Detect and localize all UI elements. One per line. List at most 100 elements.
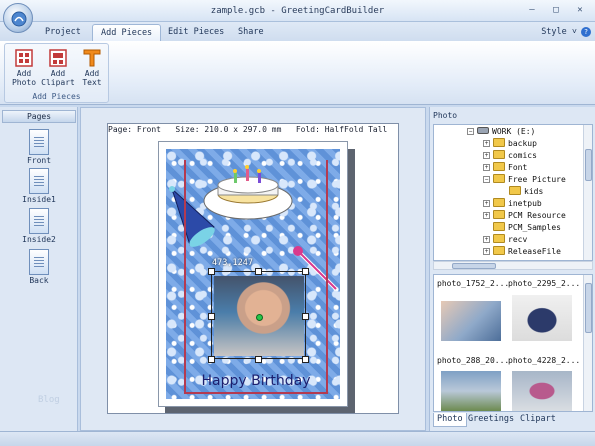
tree-label: comics	[508, 151, 537, 160]
page-item-inside1[interactable]: Inside1	[14, 168, 64, 204]
photo-panel: Photo − WORK (E:) + backup + comics + Font −…	[429, 107, 595, 431]
page-label: Front	[26, 156, 52, 165]
window-title: zample.gcb - GreetingCardBuilder	[210, 6, 385, 16]
help-icon[interactable]: ?	[581, 27, 591, 37]
folder-icon	[509, 186, 521, 195]
photo-thumbnail[interactable]	[512, 371, 572, 411]
resize-handle-left[interactable]	[208, 313, 215, 320]
collapse-icon[interactable]: −	[467, 128, 474, 135]
ribbon: Add Photo Add Clipart Add Text Add Piece…	[0, 41, 595, 105]
scroll-thumb[interactable]	[585, 283, 592, 333]
tab-share[interactable]: Share	[230, 24, 272, 41]
resize-handle-right[interactable]	[302, 313, 309, 320]
page-icon	[29, 249, 49, 275]
page-label: Inside1	[22, 195, 56, 204]
collapse-icon[interactable]: −	[483, 176, 490, 183]
tab-edit-pieces[interactable]: Edit Pieces	[160, 24, 232, 41]
expand-icon[interactable]: +	[483, 164, 490, 171]
page-item-front[interactable]: Front	[14, 129, 64, 165]
title-bar: zample.gcb - GreetingCardBuilder – □ ✕	[0, 0, 595, 22]
scroll-thumb[interactable]	[585, 149, 592, 181]
folder-tree[interactable]: − WORK (E:) + backup + comics + Font − Free P…	[433, 124, 593, 261]
tree-item-kids[interactable]: kids	[509, 186, 543, 198]
add-clipart-label-1: Add	[50, 69, 66, 78]
folder-icon	[493, 198, 505, 207]
folder-icon	[493, 222, 505, 231]
page-label: Back	[29, 276, 49, 285]
expand-icon[interactable]: +	[483, 152, 490, 159]
close-button[interactable]: ✕	[569, 4, 591, 18]
tree-item-free-picture[interactable]: − Free Picture	[483, 174, 566, 186]
expand-icon[interactable]: +	[483, 140, 490, 147]
page-item-back[interactable]: Back	[14, 249, 64, 285]
app-logo-icon	[11, 11, 27, 27]
folder-icon	[493, 246, 505, 255]
style-menu[interactable]: Style ˅	[541, 27, 577, 37]
tree-item-comics[interactable]: + comics	[483, 150, 537, 162]
tree-label: inetpub	[508, 199, 542, 208]
thumbnail-scrollbar[interactable]	[583, 275, 592, 411]
expand-icon[interactable]: +	[483, 236, 490, 243]
ribbon-tab-bar: Project Add Pieces Edit Pieces Share Sty…	[0, 22, 595, 41]
folder-icon	[493, 162, 505, 171]
resize-handle-top-right[interactable]	[302, 268, 309, 275]
tab-add-pieces[interactable]: Add Pieces	[92, 24, 162, 41]
card-greeting-text[interactable]: Happy Birthday	[196, 373, 316, 389]
tree-item-pcm-samples[interactable]: PCM_Samples	[493, 222, 561, 234]
tree-label: recv	[508, 235, 528, 244]
watermark-text: Blog	[38, 395, 60, 405]
expand-icon[interactable]: +	[483, 212, 490, 219]
resize-handle-bottom-right[interactable]	[302, 356, 309, 363]
photo-icon	[15, 49, 33, 67]
tree-item-recv[interactable]: + recv	[483, 234, 527, 246]
thumbnail-caption: photo_4228_2...	[508, 356, 581, 365]
add-text-label-1: Add	[84, 69, 100, 78]
tree-item-work-drive[interactable]: − WORK (E:)	[467, 126, 535, 138]
rotate-handle[interactable]	[256, 314, 263, 321]
tree-item-pcm-resource[interactable]: + PCM Resource	[483, 210, 566, 222]
tree-label: WORK (E:)	[492, 127, 536, 136]
add-text-label-2: Text	[82, 78, 102, 87]
photo-thumbnail[interactable]	[441, 371, 501, 411]
tab-greetings[interactable]: Greetings	[465, 413, 517, 427]
ribbon-group-add-pieces: Add Photo Add Clipart Add Text Add Piece…	[4, 43, 109, 103]
tree-label: Free Picture	[508, 175, 566, 184]
tab-photo[interactable]: Photo	[433, 413, 467, 427]
tree-item-backup[interactable]: + backup	[483, 138, 537, 150]
tree-item-font[interactable]: + Font	[483, 162, 527, 174]
app-menu-button[interactable]	[3, 3, 33, 33]
page-label: Inside2	[22, 235, 56, 244]
expand-icon[interactable]: +	[483, 248, 490, 255]
tree-label: PCM Resource	[508, 211, 566, 220]
resize-handle-top[interactable]	[255, 268, 262, 275]
text-icon	[83, 49, 101, 67]
tree-item-inetpub[interactable]: + inetpub	[483, 198, 542, 210]
tab-clipart[interactable]: Clipart	[517, 413, 559, 427]
scroll-thumb[interactable]	[452, 263, 496, 269]
photo-thumbnail[interactable]	[441, 301, 501, 341]
folder-icon	[493, 150, 505, 159]
add-clipart-button[interactable]: Add Clipart	[41, 46, 75, 92]
resize-handle-bottom-left[interactable]	[208, 356, 215, 363]
folder-icon	[493, 210, 505, 219]
tree-label: PCM_Samples	[508, 223, 561, 232]
add-photo-button[interactable]: Add Photo	[7, 46, 41, 92]
page-info-text: Page: Front Size: 210.0 x 297.0 mm Fold:…	[108, 125, 388, 134]
minimize-button[interactable]: –	[521, 4, 543, 18]
drive-icon	[477, 127, 489, 134]
photo-thumbnail-list[interactable]: photo_1752_2... photo_2295_2... photo_28…	[433, 274, 593, 412]
photo-thumbnail[interactable]	[512, 295, 572, 341]
expand-icon[interactable]: +	[483, 200, 490, 207]
tab-project[interactable]: Project	[37, 24, 89, 41]
tree-horizontal-scrollbar[interactable]	[433, 261, 593, 270]
ribbon-group-caption: Add Pieces	[32, 92, 81, 101]
page-item-inside2[interactable]: Inside2	[14, 208, 64, 244]
resize-handle-top-left[interactable]	[208, 268, 215, 275]
resize-handle-bottom[interactable]	[255, 356, 262, 363]
tree-item-releasefile[interactable]: + ReleaseFile	[483, 246, 561, 258]
maximize-button[interactable]: □	[545, 4, 567, 18]
pages-header: Pages	[2, 110, 76, 123]
tree-vertical-scrollbar[interactable]	[583, 125, 592, 260]
tree-label: kids	[524, 187, 544, 196]
add-text-button[interactable]: Add Text	[75, 46, 109, 92]
